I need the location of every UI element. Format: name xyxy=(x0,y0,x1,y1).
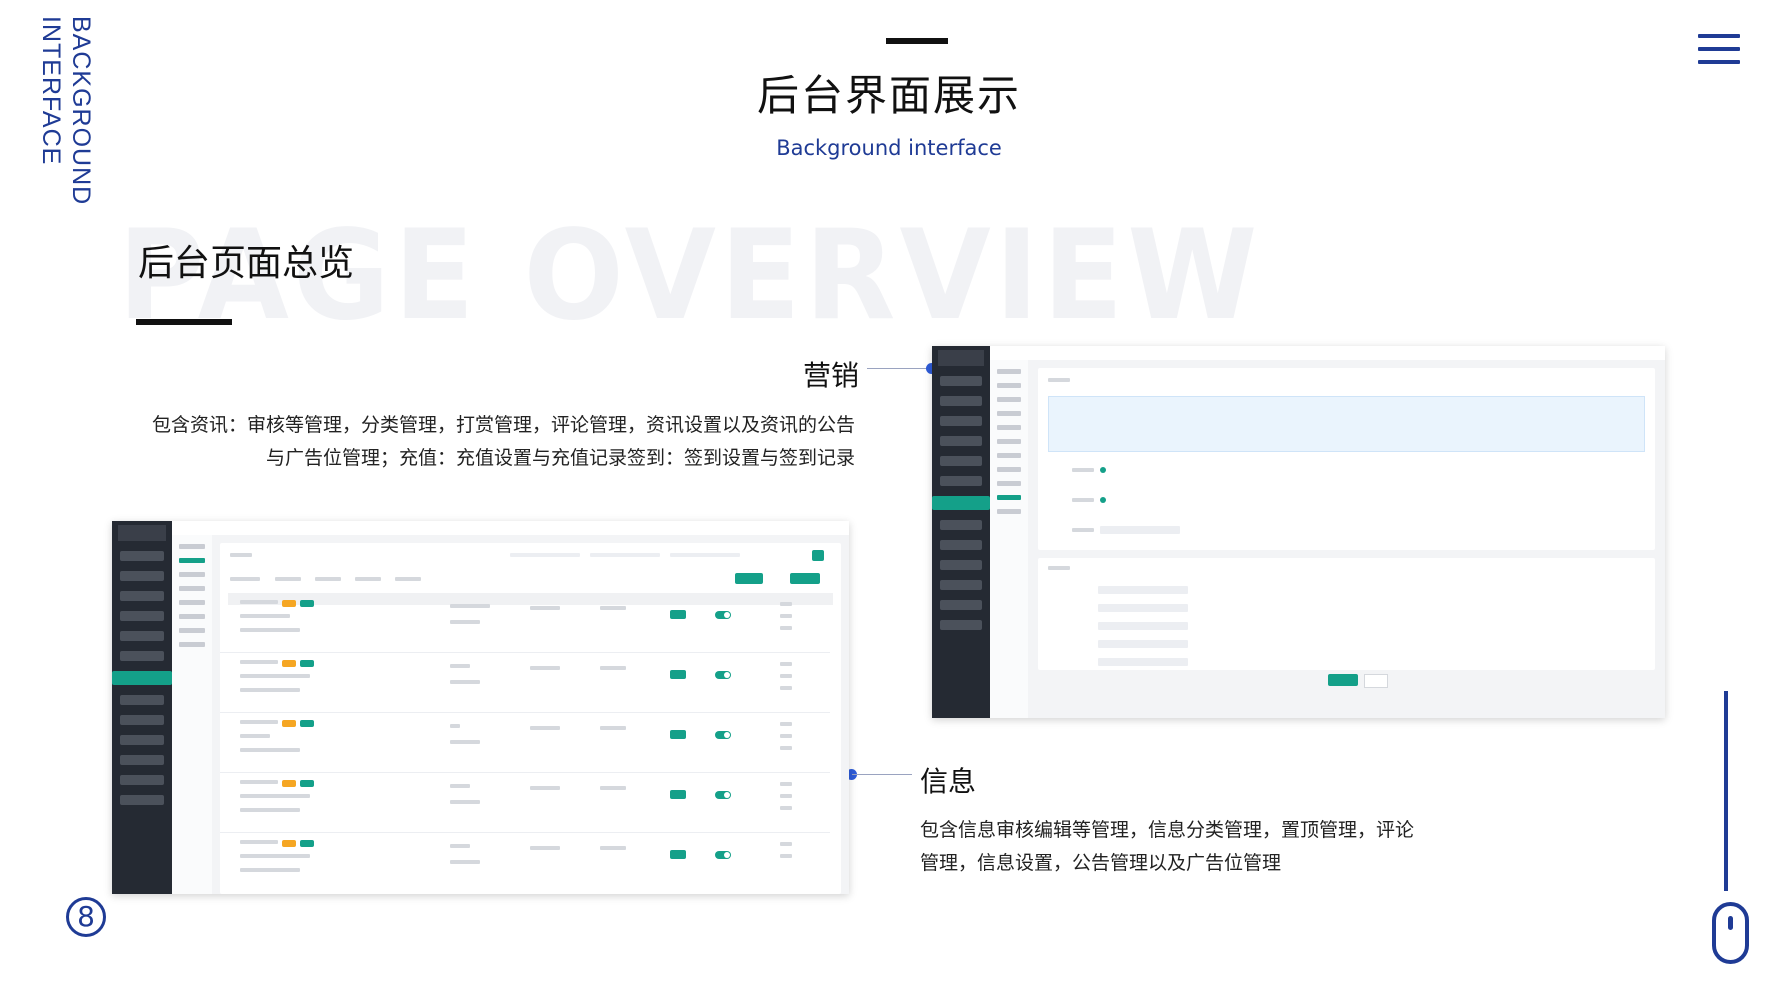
marketing-description: 包含资讯：审核等管理，分类管理，打赏管理，评论管理，资讯设置以及资讯的公告 与广… xyxy=(140,409,855,475)
table-row xyxy=(220,654,830,713)
info-admin-rows xyxy=(220,594,830,894)
marketing-connector xyxy=(867,368,931,369)
menu-icon[interactable] xyxy=(1698,34,1740,64)
marketing-description-line2: 与广告位管理；充值：充值设置与充值记录签到：签到设置与签到记录 xyxy=(265,447,855,469)
overview-title: 后台页面总览 xyxy=(138,243,355,284)
title-accent-bar xyxy=(886,38,948,44)
table-row xyxy=(220,834,830,892)
table-row xyxy=(220,774,830,833)
scroll-line xyxy=(1724,691,1728,891)
info-description: 包含信息审核编辑等管理，信息分类管理，置顶管理，评论 管理，信息设置，公告管理以… xyxy=(920,814,1440,880)
mouse-scroll-icon xyxy=(1712,902,1749,964)
info-title: 信息 xyxy=(920,765,977,798)
overview-underline xyxy=(136,319,232,325)
marketing-description-line1: 包含资讯：审核等管理，分类管理，打赏管理，评论管理，资讯设置以及资讯的公告 xyxy=(151,414,855,436)
marketing-title: 营销 xyxy=(803,359,860,392)
info-description-line1: 包含信息审核编辑等管理，信息分类管理，置顶管理，评论 xyxy=(920,819,1415,841)
marketing-admin-screenshot xyxy=(932,346,1665,718)
page-title: 后台界面展示 xyxy=(756,71,1021,120)
table-row xyxy=(220,714,830,773)
page-number: 8 xyxy=(66,897,106,937)
page-subtitle: Background interface xyxy=(776,136,1002,160)
info-description-line2: 管理，信息设置，公告管理以及广告位管理 xyxy=(920,852,1282,874)
info-connector xyxy=(852,774,912,775)
table-row xyxy=(220,594,830,653)
